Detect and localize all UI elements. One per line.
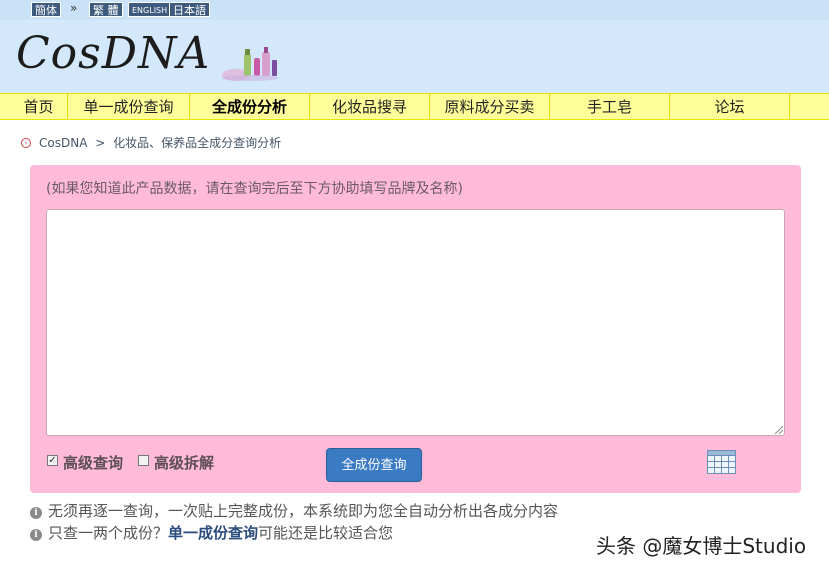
main-nav: 首页 单一成份查询 全成份分析 化妆品搜寻 原料成分买卖 手工皂 论坛 xyxy=(0,93,829,120)
language-bar xyxy=(0,0,829,20)
breadcrumb-home-link[interactable]: CosDNA xyxy=(39,136,87,150)
nav-item-home[interactable]: 首页 xyxy=(10,94,68,120)
lang-simplified-button[interactable]: 簡体 xyxy=(31,2,61,17)
info-text-2-prefix: 只查一两个成份？ xyxy=(48,524,169,542)
advanced-query-label: 高级查询 xyxy=(63,454,124,472)
nav-item-cosmetic-search[interactable]: 化妆品搜寻 xyxy=(310,94,430,120)
ingredients-textarea[interactable] xyxy=(46,209,785,436)
breadcrumb-separator: > xyxy=(95,136,106,150)
info-line-single-query: i 只查一两个成份？单一成份查询可能还是比较适合您 xyxy=(30,522,393,543)
info-line-auto-analysis: i 无须再逐一查询，一次贴上完整成份，本系统即为您全自动分析出各成分内容 xyxy=(30,500,558,521)
form-hint: (如果您知道此产品数据，请在查询完后至下方协助填写品牌及名称) xyxy=(46,181,463,197)
cosmetics-icon xyxy=(222,47,278,81)
table-icon[interactable] xyxy=(707,450,736,474)
nav-item-forum[interactable]: 论坛 xyxy=(670,94,790,120)
lang-japanese-button[interactable]: 日本語 xyxy=(169,2,210,17)
advanced-split-checkbox[interactable] xyxy=(138,455,149,466)
site-logo[interactable]: CosDNA xyxy=(16,28,210,79)
resize-handle-icon[interactable] xyxy=(773,424,783,434)
nav-item-raw-materials[interactable]: 原料成分买卖 xyxy=(430,94,550,120)
info-icon: i xyxy=(30,529,42,541)
breadcrumb-arrow-icon: › xyxy=(21,138,31,148)
nav-item-handmade-soap[interactable]: 手工皂 xyxy=(550,94,670,120)
lang-traditional-button[interactable]: 繁 體 xyxy=(89,2,123,17)
info-text-2-suffix: 可能还是比较适合您 xyxy=(258,524,394,542)
advanced-split-label: 高级拆解 xyxy=(154,454,215,472)
breadcrumb: CosDNA > 化妆品、保养品全成分查询分析 xyxy=(39,134,281,151)
info-text-1: 无须再逐一查询，一次贴上完整成份，本系统即为您全自动分析出各成分内容 xyxy=(48,502,559,520)
advanced-query-checkbox[interactable]: ✓ xyxy=(47,455,58,466)
nav-item-full-analysis[interactable]: 全成份分析 xyxy=(190,94,310,120)
lang-separator: » xyxy=(70,1,78,15)
lang-english-button[interactable]: ENGLISH xyxy=(128,2,172,17)
breadcrumb-current: 化妆品、保养品全成分查询分析 xyxy=(113,136,282,150)
full-analysis-submit-button[interactable]: 全成份查询 xyxy=(326,448,422,482)
watermark-text: 头条 @魔女博士Studio xyxy=(596,534,807,558)
single-ingredient-link[interactable]: 单一成份查询 xyxy=(168,524,258,542)
info-icon: i xyxy=(30,507,42,519)
nav-item-single-ingredient[interactable]: 单一成份查询 xyxy=(68,94,190,120)
